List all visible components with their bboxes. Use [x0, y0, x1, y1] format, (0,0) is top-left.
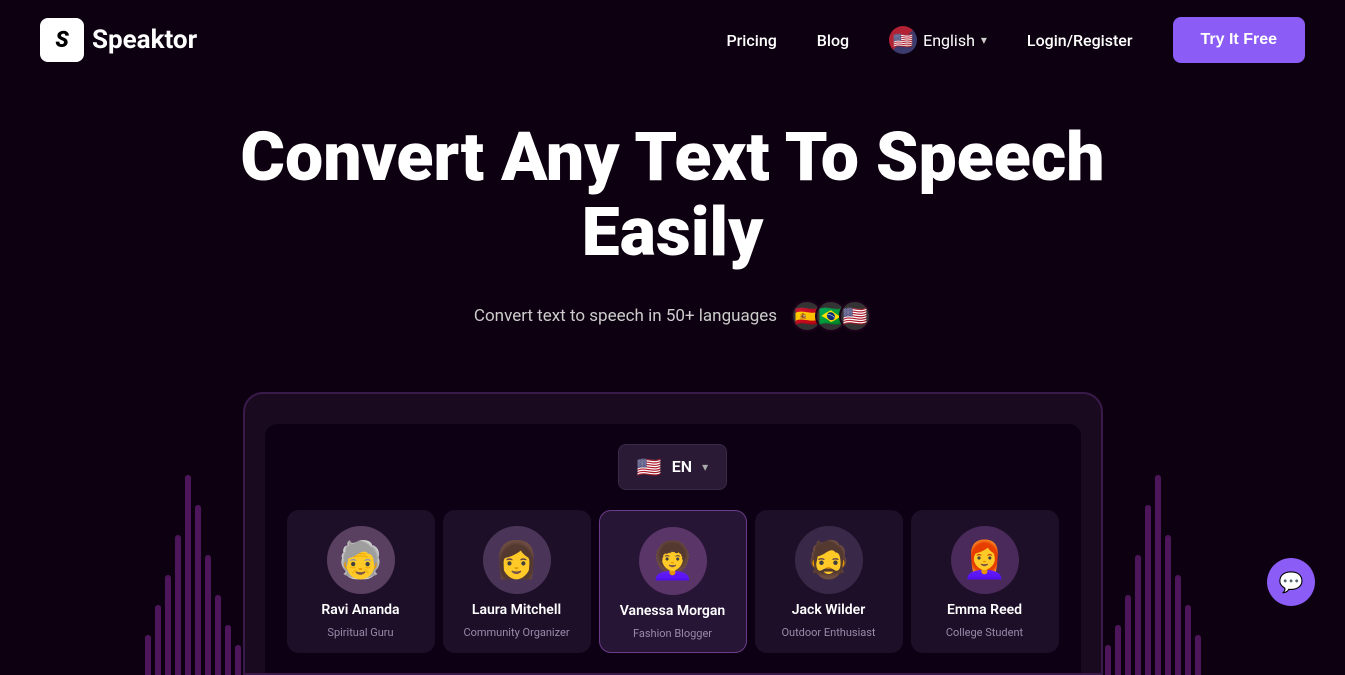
avatar-emma: 👩‍🦰	[951, 526, 1019, 594]
laptop-lang-selector: 🇺🇸 EN ▾	[285, 444, 1061, 490]
logo-icon: S	[40, 18, 84, 62]
voice-name-ravi: Ravi Ananda	[321, 602, 399, 618]
hero-subtitle-row: Convert text to speech in 50+ languages …	[20, 300, 1325, 332]
voices-row: 🧓 Ravi Ananda Spiritual Guru 👩 Laura Mit…	[285, 510, 1061, 653]
avatar-ravi: 🧓	[327, 526, 395, 594]
logo-text: Speaktor	[92, 25, 197, 55]
chat-button[interactable]: 💬	[1267, 558, 1315, 606]
chevron-down-icon: ▾	[702, 460, 708, 474]
voice-card-laura[interactable]: 👩 Laura Mitchell Community Organizer	[443, 510, 591, 653]
avatar-jack: 🧔	[795, 526, 863, 594]
nav-pricing[interactable]: Pricing	[726, 31, 776, 50]
language-flag: 🇺🇸	[889, 26, 917, 54]
login-register-link[interactable]: Login/Register	[1027, 31, 1133, 50]
avatar-laura: 👩	[483, 526, 551, 594]
chat-icon: 💬	[1279, 570, 1304, 594]
voice-name-laura: Laura Mitchell	[472, 602, 561, 618]
flag-us: 🇺🇸	[839, 300, 871, 332]
avatar-vanessa: 👩‍🦱	[639, 527, 707, 595]
language-label: English	[923, 31, 975, 50]
laptop: 🇺🇸 EN ▾ 🧓 Ravi Ananda Spiritual Guru 👩 L…	[243, 392, 1103, 675]
hero-title: Convert Any Text To Speech Easily	[223, 120, 1123, 270]
voice-role-vanessa: Fashion Blogger	[633, 627, 712, 640]
laptop-screen: 🇺🇸 EN ▾ 🧓 Ravi Ananda Spiritual Guru 👩 L…	[265, 424, 1081, 673]
nav-blog[interactable]: Blog	[817, 31, 849, 50]
voice-name-vanessa: Vanessa Morgan	[620, 603, 725, 619]
laptop-container: 🇺🇸 EN ▾ 🧓 Ravi Ananda Spiritual Guru 👩 L…	[0, 392, 1345, 675]
chevron-down-icon: ▾	[981, 33, 987, 47]
voice-card-vanessa[interactable]: 👩‍🦱 Vanessa Morgan Fashion Blogger	[599, 510, 747, 653]
logo[interactable]: S Speaktor	[40, 18, 197, 62]
voice-role-laura: Community Organizer	[463, 626, 569, 639]
hero-subtitle-text: Convert text to speech in 50+ languages	[474, 306, 777, 326]
voice-card-jack[interactable]: 🧔 Jack Wilder Outdoor Enthusiast	[755, 510, 903, 653]
lang-flag-icon: 🇺🇸	[637, 455, 662, 479]
voice-card-emma[interactable]: 👩‍🦰 Emma Reed College Student	[911, 510, 1059, 653]
voice-role-jack: Outdoor Enthusiast	[781, 626, 875, 639]
voice-role-ravi: Spiritual Guru	[327, 626, 393, 639]
language-dropdown[interactable]: 🇺🇸 EN ▾	[618, 444, 727, 490]
language-flags: 🇪🇸 🇧🇷 🇺🇸	[791, 300, 871, 332]
voice-name-jack: Jack Wilder	[792, 602, 866, 618]
nav-links: Pricing Blog 🇺🇸 English ▾ Login/Register…	[726, 17, 1305, 63]
try-it-free-button[interactable]: Try It Free	[1173, 17, 1305, 63]
language-selector[interactable]: 🇺🇸 English ▾	[889, 26, 987, 54]
lang-label: EN	[672, 457, 692, 476]
voice-name-emma: Emma Reed	[947, 602, 1022, 618]
voice-card-ravi[interactable]: 🧓 Ravi Ananda Spiritual Guru	[287, 510, 435, 653]
navbar: S Speaktor Pricing Blog 🇺🇸 English ▾ Log…	[0, 0, 1345, 80]
hero-section: Convert Any Text To Speech Easily Conver…	[0, 80, 1345, 392]
voice-role-emma: College Student	[946, 626, 1023, 639]
